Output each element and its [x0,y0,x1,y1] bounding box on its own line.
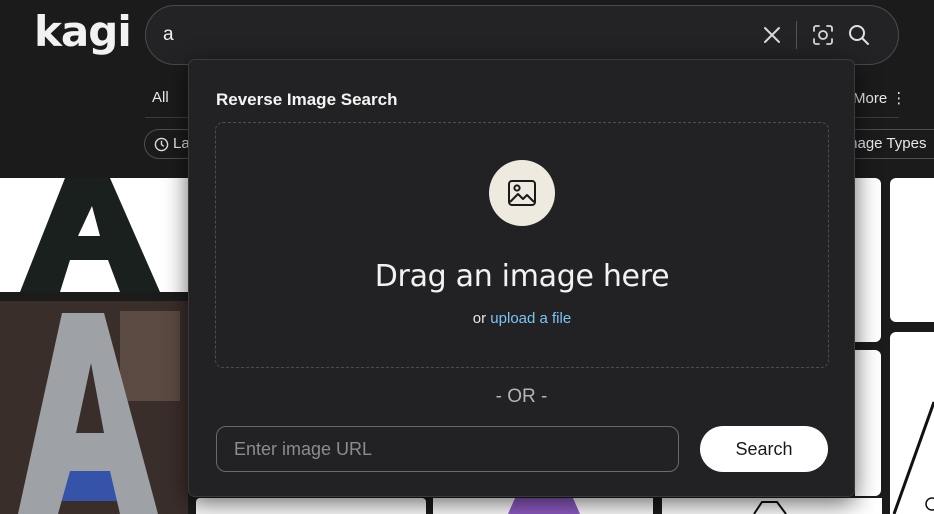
image-url-input[interactable] [216,426,679,472]
clock-icon [154,137,169,152]
tab-more[interactable]: More ⋮ [853,89,906,107]
kagi-logo[interactable]: kagi [34,6,132,58]
or-separator: - OR - [495,386,548,407]
search-icon[interactable] [847,23,871,47]
search-bar[interactable]: a [145,5,899,65]
image-result[interactable] [0,178,188,292]
image-types-label: mage Types [845,135,927,152]
upload-prompt: or upload a file [216,310,828,327]
tab-all[interactable]: All [152,89,169,106]
image-result[interactable] [433,498,653,514]
image-result[interactable] [855,350,881,496]
search-query-text[interactable]: a [163,24,174,46]
image-result[interactable] [890,332,934,514]
reverse-search-button[interactable]: Search [700,426,828,472]
close-icon[interactable] [760,23,784,47]
reverse-image-search-popup: Reverse Image Search Drag an image here … [188,59,855,497]
image-result[interactable] [890,178,934,322]
popup-title: Reverse Image Search [216,90,398,109]
or-prefix: or [472,310,491,327]
image-dropzone[interactable]: Drag an image here or upload a file [215,122,829,368]
image-result[interactable] [196,498,426,514]
upload-file-link[interactable]: upload a file [490,310,571,327]
image-search-icon[interactable] [811,23,835,47]
image-icon [508,180,536,206]
image-result[interactable] [662,498,882,514]
image-result[interactable] [0,301,188,514]
image-upload-badge [489,160,555,226]
drag-image-text: Drag an image here [374,259,670,294]
search-bar-divider [796,21,797,49]
image-result[interactable] [855,178,881,342]
